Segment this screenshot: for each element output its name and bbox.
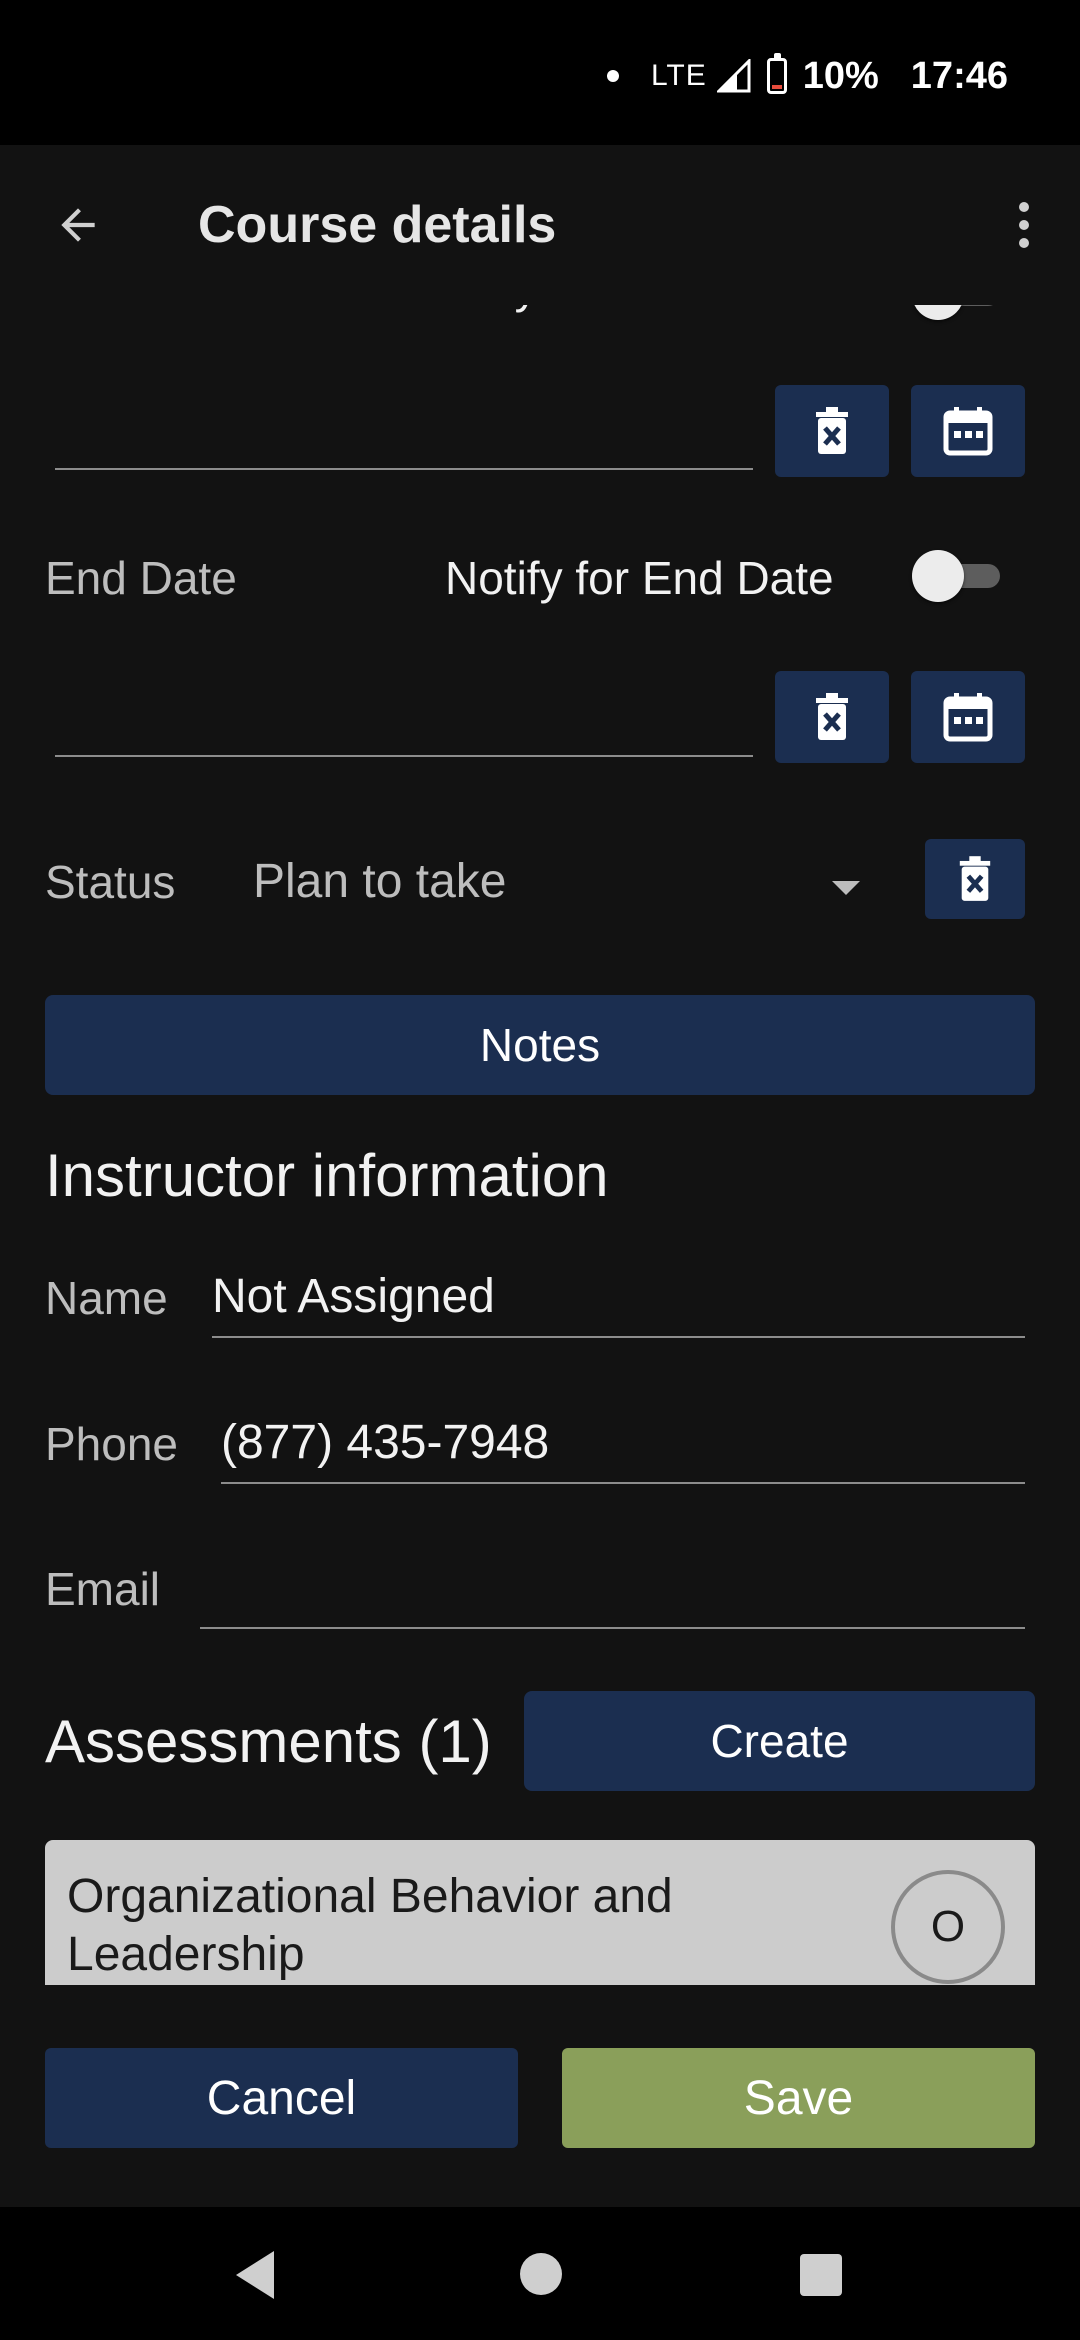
instructor-heading: Instructor information [45, 1142, 609, 1209]
battery-percent: 10% [802, 54, 879, 97]
nav-recents-icon[interactable] [800, 2254, 842, 2296]
pick-end-date-button[interactable] [911, 671, 1025, 763]
assessments-heading: Assessments (1) [45, 1708, 492, 1775]
clear-status-button[interactable] [925, 839, 1025, 919]
arrow-left-icon [61, 208, 95, 242]
calendar-icon [943, 407, 993, 456]
course-form[interactable]: Start Date Notify for Start Date End Dat… [0, 305, 1080, 1985]
start-date-notify-label: Notify for Start Date [420, 305, 824, 314]
assessment-card[interactable]: Organizational Behavior and Leadership O [45, 1840, 1035, 1985]
start-date-label: Start Date [45, 305, 252, 314]
signal-icon [716, 59, 751, 93]
create-assessment-button[interactable]: Create [524, 1691, 1035, 1791]
notification-dot-icon [606, 70, 619, 82]
phone-label: Phone [45, 1418, 179, 1470]
phone-field[interactable]: (877) 435-7948 [221, 1415, 549, 1470]
delete-icon [816, 693, 848, 740]
delete-icon [816, 407, 848, 454]
name-field-underline [212, 1336, 1025, 1338]
page-title: Course details [198, 196, 557, 254]
notes-button[interactable]: Notes [45, 995, 1035, 1095]
email-label: Email [45, 1563, 161, 1615]
overflow-menu-button[interactable] [988, 189, 1060, 261]
status-dropdown[interactable]: Plan to take [253, 854, 507, 909]
name-label: Name [45, 1272, 168, 1324]
calendar-icon [943, 693, 993, 742]
chevron-down-icon[interactable] [832, 881, 860, 895]
network-type: LTE [650, 59, 707, 92]
phone-field-underline [221, 1482, 1025, 1484]
delete-icon [959, 856, 991, 901]
assessment-title: Organizational Behavior and Leadership [67, 1870, 673, 1981]
pick-start-date-button[interactable] [911, 385, 1025, 477]
app-bar: Course details [0, 145, 1080, 305]
cancel-button[interactable]: Cancel [45, 2048, 518, 2148]
back-button[interactable] [42, 189, 114, 261]
start-date-notify-toggle[interactable] [912, 305, 1002, 323]
status-bar: LTE 10% 17:46 [0, 0, 1080, 145]
system-nav-bar [0, 2207, 1080, 2340]
end-date-field[interactable] [55, 755, 753, 757]
nav-home-icon[interactable] [520, 2253, 562, 2295]
nav-back-icon[interactable] [236, 2251, 274, 2299]
name-field[interactable]: Not Assigned [212, 1269, 495, 1324]
end-date-notify-label: Notify for End Date [445, 552, 834, 604]
end-date-notify-toggle[interactable] [912, 545, 1002, 605]
battery-icon [766, 53, 787, 94]
clear-start-date-button[interactable] [775, 385, 889, 477]
end-date-label: End Date [45, 552, 237, 604]
save-button[interactable]: Save [562, 2048, 1035, 2148]
email-field-underline [200, 1627, 1025, 1629]
clear-end-date-button[interactable] [775, 671, 889, 763]
start-date-field[interactable] [55, 468, 753, 470]
assessment-type-badge: O [891, 1870, 1005, 1984]
clock: 17:46 [910, 54, 1008, 97]
status-label: Status [45, 856, 176, 908]
more-vert-icon [1019, 202, 1029, 212]
